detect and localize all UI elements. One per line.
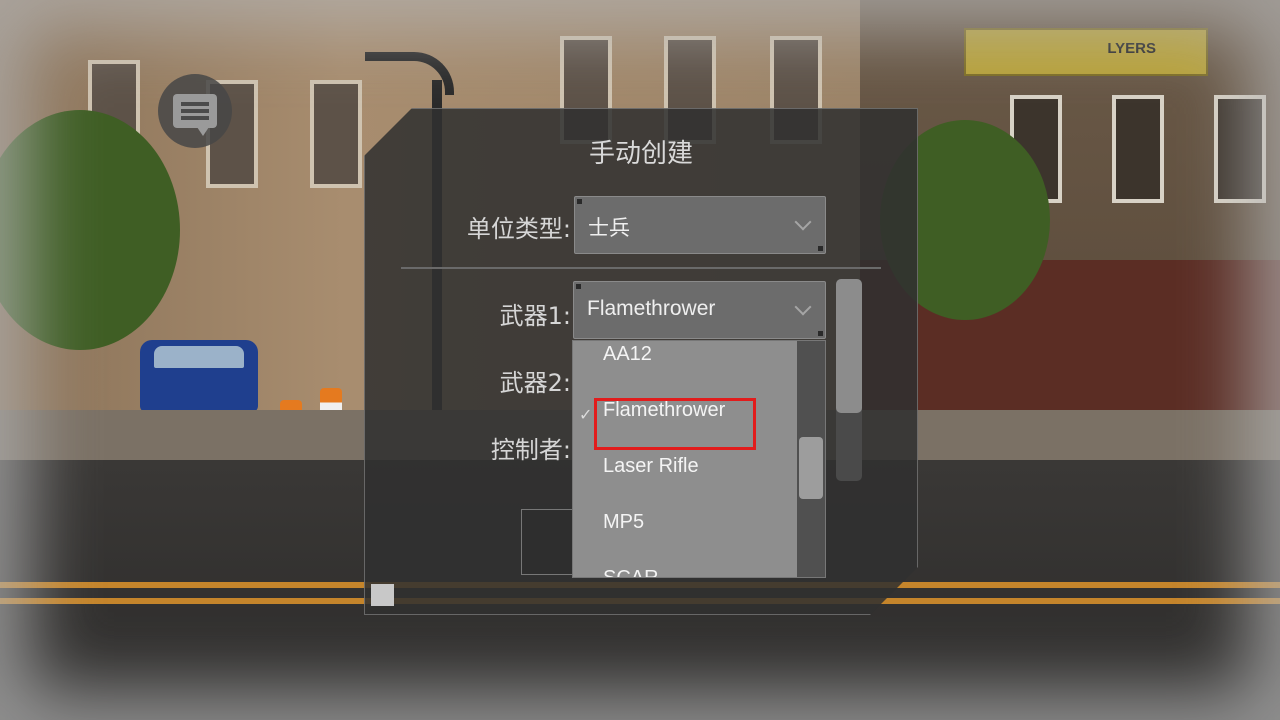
dropdown-scrollbar[interactable] bbox=[797, 341, 825, 577]
dropdown-scrollbar-thumb[interactable] bbox=[799, 437, 823, 499]
chevron-down-icon bbox=[795, 214, 812, 231]
resize-handle[interactable] bbox=[371, 584, 394, 606]
window bbox=[1214, 95, 1266, 203]
checkmark-icon: ✓ bbox=[579, 407, 593, 424]
chat-icon-tail bbox=[197, 127, 209, 136]
option-label: AA12 bbox=[603, 343, 652, 365]
dropdown-option[interactable]: AA12 bbox=[573, 341, 795, 397]
chat-icon-line bbox=[181, 116, 209, 120]
dialog-title: 手动创建 bbox=[588, 139, 693, 169]
chat-icon-line bbox=[181, 102, 209, 106]
weapon1-label: 武器1: bbox=[499, 302, 571, 330]
chat-bubble-icon bbox=[173, 94, 217, 136]
dropdown-option[interactable]: SCAR bbox=[573, 565, 795, 578]
corner-dot bbox=[818, 331, 823, 336]
weapon1-select[interactable]: Flamethrower bbox=[573, 281, 826, 339]
weapon2-label: 武器2: bbox=[499, 369, 571, 397]
shop-sign: LYERS bbox=[964, 28, 1208, 76]
dropdown-option[interactable]: Laser Rifle bbox=[573, 453, 795, 509]
unit-type-select[interactable]: 士兵 bbox=[574, 196, 826, 254]
dropdown-option[interactable]: MP5 bbox=[573, 509, 795, 565]
window bbox=[310, 80, 362, 188]
option-label: SCAR bbox=[603, 567, 659, 578]
car-window bbox=[154, 346, 244, 368]
dialog-scrollbar-thumb[interactable] bbox=[836, 279, 862, 413]
confirm-button[interactable] bbox=[521, 509, 575, 575]
controller-label: 控制者: bbox=[490, 436, 571, 464]
window bbox=[1112, 95, 1164, 203]
corner-dot bbox=[818, 246, 823, 251]
selection-highlight-box bbox=[594, 398, 756, 450]
unit-type-label: 单位类型: bbox=[466, 215, 571, 243]
section-divider bbox=[401, 267, 881, 269]
option-label: Laser Rifle bbox=[603, 455, 699, 477]
dialog-scrollbar[interactable] bbox=[836, 279, 862, 481]
chat-button[interactable] bbox=[158, 74, 232, 148]
chat-icon-line bbox=[181, 109, 209, 113]
chevron-down-icon bbox=[795, 299, 812, 316]
shop-sign-text: LYERS bbox=[1107, 40, 1156, 57]
weapon1-dropdown-list: AA12 ✓ Flamethrower Laser Rifle MP5 SCAR bbox=[572, 340, 826, 578]
weapon1-value: Flamethrower bbox=[587, 297, 716, 320]
corner-dot bbox=[576, 284, 581, 289]
option-label: MP5 bbox=[603, 511, 645, 533]
unit-type-value: 士兵 bbox=[588, 217, 630, 240]
corner-dot bbox=[577, 199, 582, 204]
parked-car bbox=[140, 340, 258, 412]
